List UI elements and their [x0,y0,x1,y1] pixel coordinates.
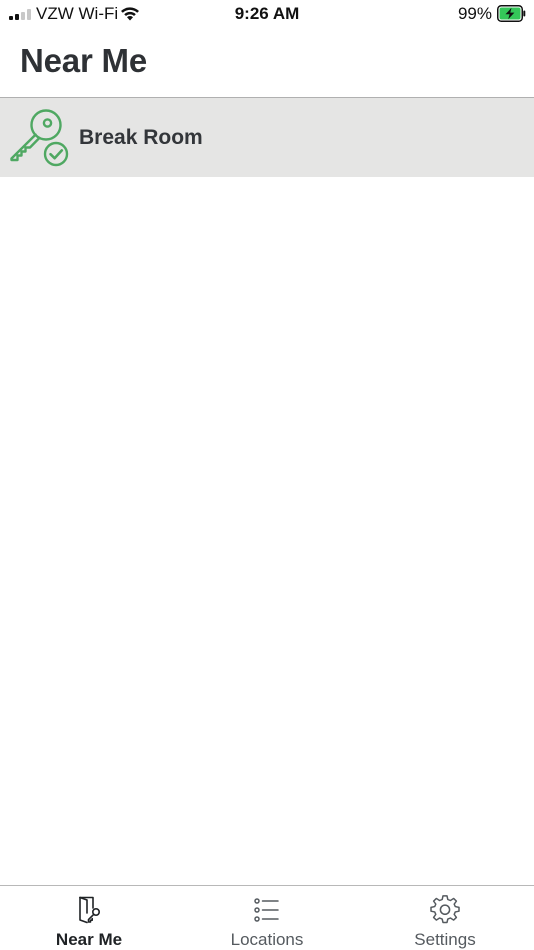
list-item-label: Break Room [79,126,203,149]
battery-percentage: 99% [457,4,492,23]
gear-icon [430,895,460,924]
tab-label: Locations [230,930,304,949]
status-time: 9:26 AM [234,4,300,23]
tab-settings[interactable]: Settings [356,886,534,950]
door-key-icon [79,896,100,924]
near-me-screen: VZW Wi-Fi 9:26 AM 99% Near Me Break Room… [0,0,534,950]
list-icon [254,898,279,922]
tab-label: Near Me [55,930,123,949]
near-me-list: Break Room [0,98,534,177]
tab-near-me[interactable]: Near Me [0,886,178,950]
tab-label: Settings [414,930,476,949]
page-title: Near Me [20,42,147,79]
list-item-break-room[interactable]: Break Room [0,98,534,177]
status-bar: VZW Wi-Fi 9:26 AM 99% [0,0,534,28]
battery-charging-icon [497,5,526,22]
key-check-icon [10,109,69,167]
tab-bar: Near Me Locations Settings [0,885,534,950]
tab-locations[interactable]: Locations [178,886,356,950]
